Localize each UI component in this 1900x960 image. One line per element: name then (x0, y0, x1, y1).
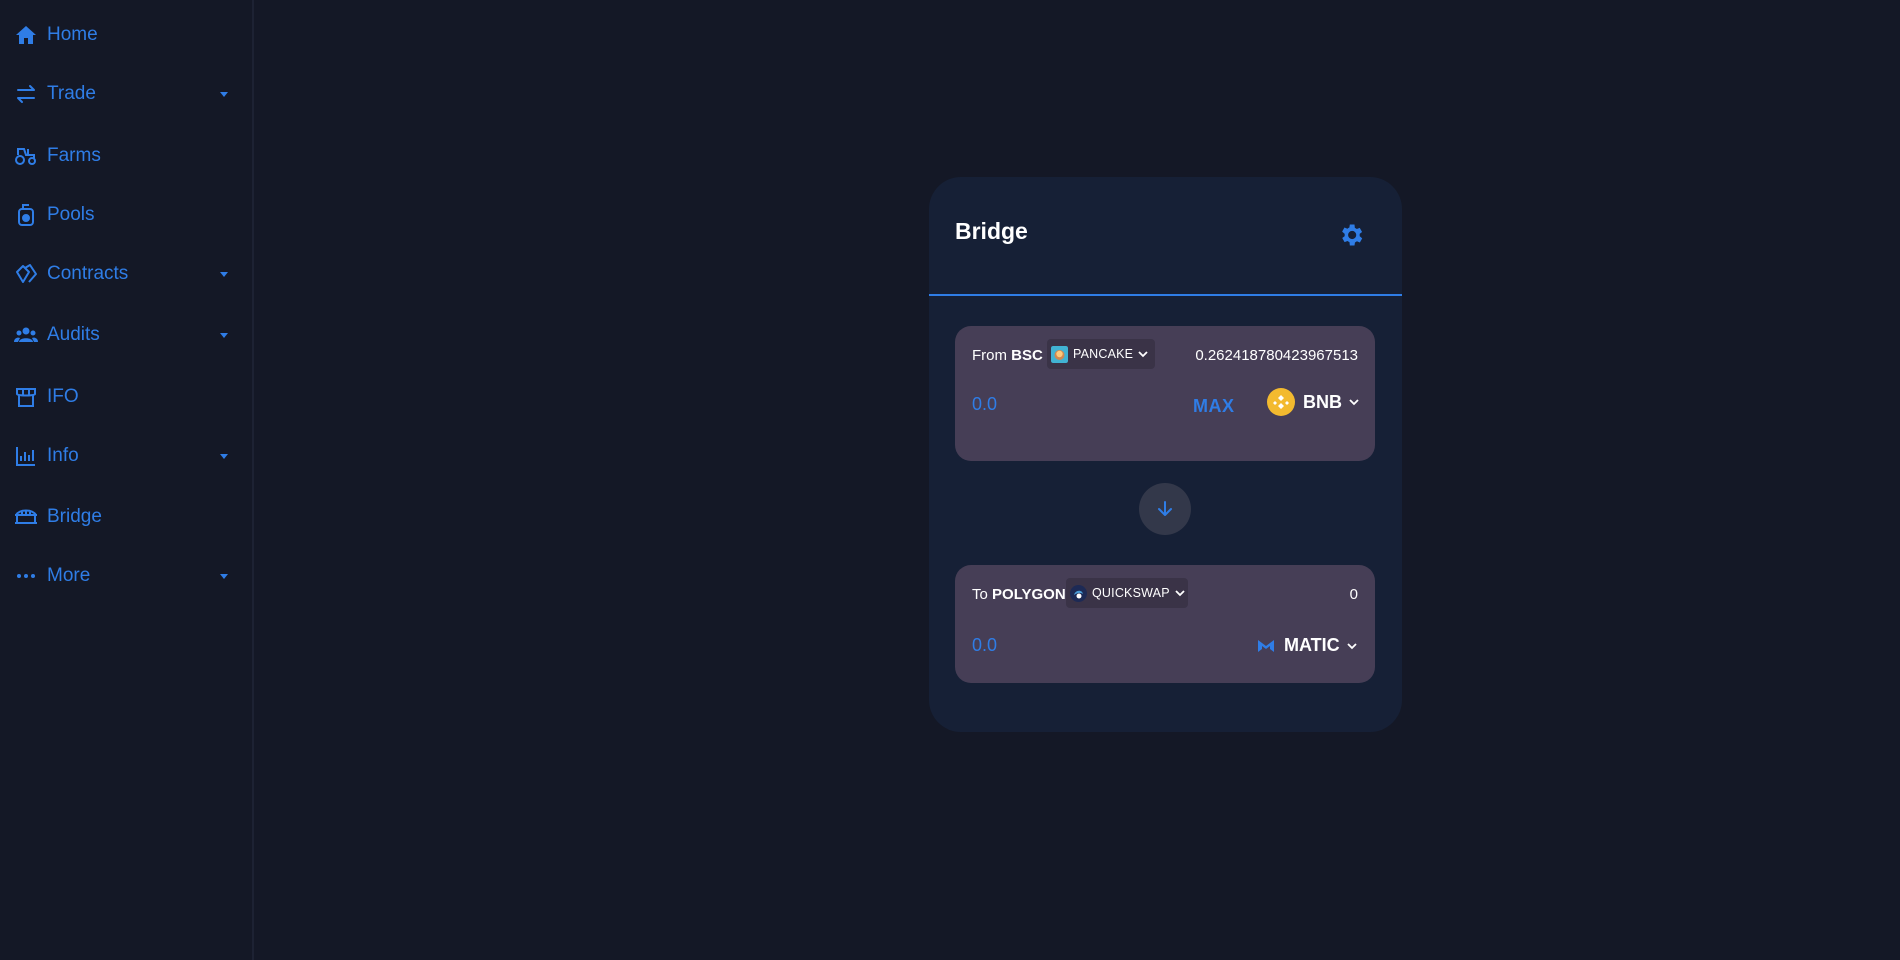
sidebar-item-farms[interactable]: Farms (0, 136, 252, 176)
sidebar-item-pools[interactable]: Pools (0, 195, 252, 235)
sidebar-item-label: More (47, 565, 91, 586)
pool-icon (14, 203, 38, 227)
swap-direction-button[interactable] (1139, 483, 1191, 535)
to-token-select[interactable]: MATIC (1256, 635, 1358, 656)
from-token-name: BNB (1303, 391, 1342, 412)
max-button[interactable]: MAX (1193, 396, 1235, 417)
from-panel: From BSC PANCAKE 0.262418780423967513 MA… (955, 326, 1375, 461)
from-chain-label: From BSC (972, 347, 1043, 364)
sidebar-item-label: Trade (47, 83, 96, 104)
to-balance: 0 (1349, 586, 1358, 603)
chevron-down-icon (1347, 642, 1357, 649)
pancake-logo-icon (1051, 345, 1068, 363)
sidebar: Home Trade Farms Pools Contracts Audits … (0, 0, 254, 960)
from-dex-name: PANCAKE (1073, 347, 1134, 361)
to-chain: POLYGON (992, 586, 1066, 603)
to-amount-input[interactable] (972, 635, 1152, 656)
from-dex-select[interactable]: PANCAKE (1047, 339, 1155, 369)
to-panel: To POLYGON QUICKSWAP 0 MATIC (955, 565, 1375, 683)
contracts-icon (14, 262, 38, 286)
card-divider (929, 294, 1402, 296)
to-dex-name: QUICKSWAP (1092, 586, 1170, 600)
chevron-down-icon (220, 453, 228, 459)
chart-icon (14, 444, 38, 468)
chevron-down-icon (220, 271, 228, 277)
more-icon (14, 564, 38, 588)
sidebar-item-label: Audits (47, 324, 100, 345)
chevron-down-icon (1138, 351, 1148, 358)
to-chain-label: To POLYGON (972, 586, 1066, 603)
home-icon (14, 23, 38, 47)
to-dex-select[interactable]: QUICKSWAP (1066, 578, 1188, 608)
to-token-name: MATIC (1284, 635, 1340, 655)
chevron-down-icon (220, 573, 228, 579)
store-icon (14, 385, 38, 409)
sidebar-item-contracts[interactable]: Contracts (0, 254, 252, 294)
sidebar-item-more[interactable]: More (0, 556, 252, 596)
from-amount-input[interactable] (972, 394, 1152, 415)
sidebar-item-label: Contracts (47, 263, 129, 284)
bnb-icon (1267, 388, 1295, 416)
bridge-card: Bridge From BSC PANCAKE 0.26241878042396… (929, 177, 1402, 732)
matic-icon (1258, 639, 1274, 652)
trade-icon (14, 82, 38, 106)
to-prefix: To (972, 586, 988, 603)
sidebar-item-label: Bridge (47, 506, 102, 527)
chevron-down-icon (220, 91, 228, 97)
sidebar-item-label: Farms (47, 145, 101, 166)
chevron-down-icon (1349, 399, 1359, 406)
gear-icon[interactable] (1337, 221, 1365, 249)
chevron-down-icon (220, 332, 228, 338)
users-icon (14, 323, 38, 347)
from-prefix: From (972, 347, 1007, 364)
tractor-icon (14, 144, 38, 168)
arrow-down-icon (1158, 501, 1172, 516)
sidebar-item-ifo[interactable]: IFO (0, 377, 252, 417)
bridge-icon (14, 505, 38, 529)
sidebar-item-label: Pools (47, 204, 95, 225)
from-chain: BSC (1011, 347, 1043, 364)
sidebar-item-label: Home (47, 24, 98, 45)
card-title: Bridge (955, 218, 1028, 244)
sidebar-item-home[interactable]: Home (0, 15, 252, 55)
sidebar-item-audits[interactable]: Audits (0, 315, 252, 355)
sidebar-item-label: Info (47, 445, 79, 466)
from-balance: 0.262418780423967513 (1195, 347, 1358, 364)
chevron-down-icon (1175, 590, 1185, 597)
sidebar-item-label: IFO (47, 386, 79, 407)
sidebar-item-info[interactable]: Info (0, 436, 252, 476)
sidebar-item-trade[interactable]: Trade (0, 74, 252, 114)
sidebar-item-bridge[interactable]: Bridge (0, 497, 252, 537)
from-token-select[interactable]: BNB (1267, 388, 1360, 416)
quickswap-logo-icon (1070, 584, 1087, 602)
